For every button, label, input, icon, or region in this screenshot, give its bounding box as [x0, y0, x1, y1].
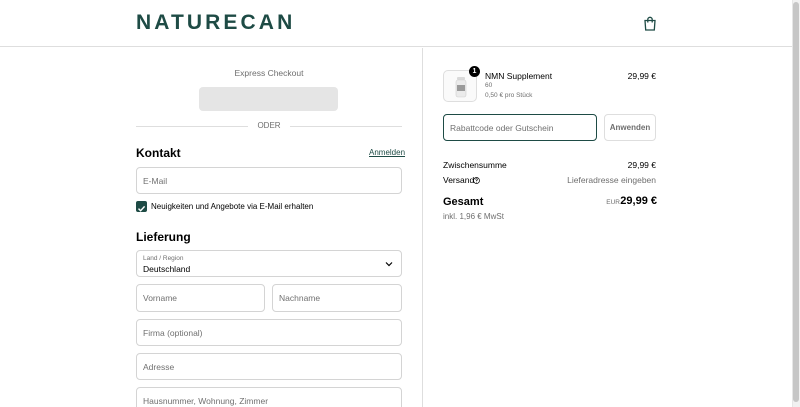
- shipping-value: Lieferadresse eingeben: [567, 175, 656, 185]
- last-name-field[interactable]: Nachname: [272, 284, 402, 312]
- address2-placeholder: Hausnummer, Wohnung, Zimmer: [143, 395, 269, 406]
- help-icon[interactable]: [473, 177, 480, 184]
- vat-note: inkl. 1,96 € MwSt: [443, 212, 504, 221]
- email-placeholder: E-Mail: [143, 175, 168, 186]
- last-name-placeholder: Nachname: [279, 293, 321, 303]
- country-value: Deutschland: [143, 264, 191, 274]
- divider-label: ODER: [248, 121, 290, 130]
- shopping-bag-icon[interactable]: [643, 16, 657, 31]
- subtotal-value: 29,99 €: [627, 160, 656, 170]
- logo[interactable]: NATURECAN: [136, 11, 295, 35]
- first-name-field[interactable]: Vorname: [136, 284, 265, 312]
- address-placeholder: Adresse: [143, 361, 175, 372]
- express-checkout-label: Express Checkout: [234, 68, 304, 78]
- contact-title: Kontakt: [136, 146, 181, 160]
- company-field[interactable]: Firma (optional): [136, 319, 402, 346]
- discount-placeholder: Rabattcode oder Gutschein: [450, 122, 554, 133]
- address2-field[interactable]: Hausnummer, Wohnung, Zimmer: [136, 387, 402, 407]
- total-value: 29,99 €: [620, 195, 657, 207]
- scrollbar-thumb[interactable]: [793, 2, 799, 402]
- scrollbar[interactable]: [792, 0, 800, 407]
- country-select[interactable]: Land / Region Deutschland: [136, 250, 402, 277]
- delivery-title: Lieferung: [136, 230, 191, 244]
- total-label: Gesamt: [443, 196, 484, 208]
- product-unit-price: 0,50 € pro Stück: [485, 92, 533, 99]
- discount-code-input[interactable]: Rabattcode oder Gutschein: [443, 114, 597, 141]
- newsletter-checkbox[interactable]: [136, 201, 147, 212]
- newsletter-label: Neuigkeiten und Angebote via E-Mail erha…: [151, 202, 314, 211]
- login-link[interactable]: Anmelden: [369, 148, 405, 157]
- header: NATURECAN: [0, 0, 792, 47]
- express-checkout-button[interactable]: [199, 87, 338, 111]
- country-label: Land / Region: [143, 255, 184, 262]
- address-field[interactable]: Adresse: [136, 353, 402, 380]
- product-price: 29,99 €: [627, 71, 656, 81]
- checkmark-icon: [138, 205, 146, 212]
- total-currency: EUR: [606, 199, 620, 206]
- chevron-down-icon: [385, 262, 393, 267]
- product-variant: 60: [485, 82, 493, 89]
- quantity-badge: 1: [469, 66, 480, 77]
- product-name: NMN Supplement: [485, 71, 553, 81]
- first-name-placeholder: Vorname: [143, 293, 178, 303]
- email-field[interactable]: E-Mail: [136, 167, 402, 194]
- subtotal-label: Zwischensumme: [443, 160, 507, 170]
- company-placeholder: Firma (optional): [143, 327, 203, 338]
- apply-discount-button[interactable]: Anwenden: [604, 114, 656, 141]
- shipping-label: Versand: [443, 175, 475, 185]
